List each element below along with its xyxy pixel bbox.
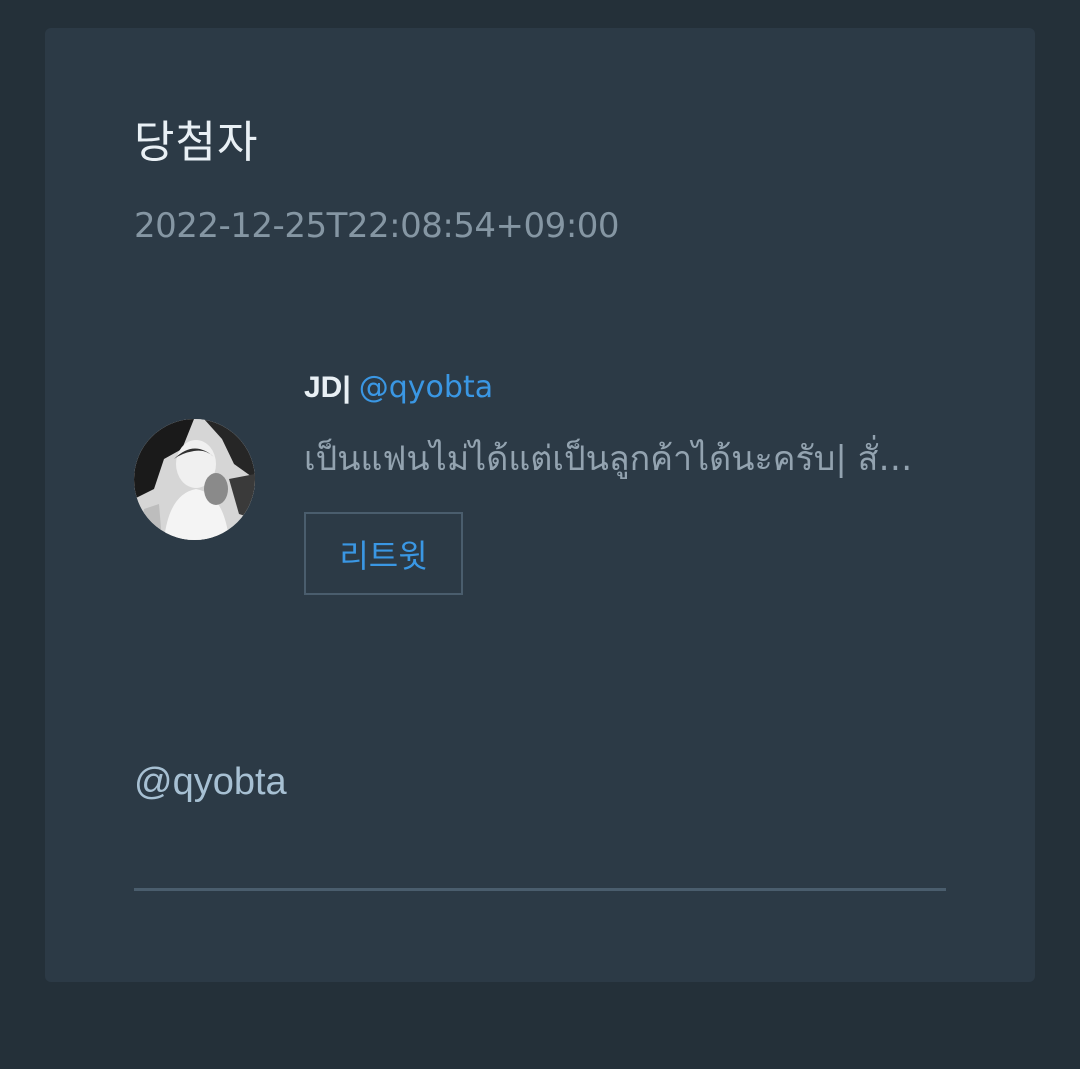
winner-mention: @qyobta bbox=[134, 761, 287, 803]
tweet-text: เป็นแฟนไม่ได้แต่เป็นลูกค้าได้นะครับ| สั่… bbox=[304, 439, 913, 479]
user-handle-link[interactable]: @qyobta bbox=[359, 370, 493, 405]
avatar-icon[interactable] bbox=[134, 419, 255, 540]
divider bbox=[134, 888, 946, 891]
avatar-photo bbox=[134, 419, 255, 540]
retweet-button[interactable]: 리트윗 bbox=[304, 512, 463, 595]
card-title: 당첨자 bbox=[134, 117, 259, 168]
draw-timestamp: 2022-12-25T22:08:54+09:00 bbox=[134, 206, 620, 246]
user-name[interactable]: JD| bbox=[304, 371, 351, 404]
winner-card: 당첨자 2022-12-25T22:08:54+09:00 JD| @qyobta… bbox=[45, 28, 1035, 982]
tweet-author: JD| @qyobta bbox=[304, 370, 493, 405]
